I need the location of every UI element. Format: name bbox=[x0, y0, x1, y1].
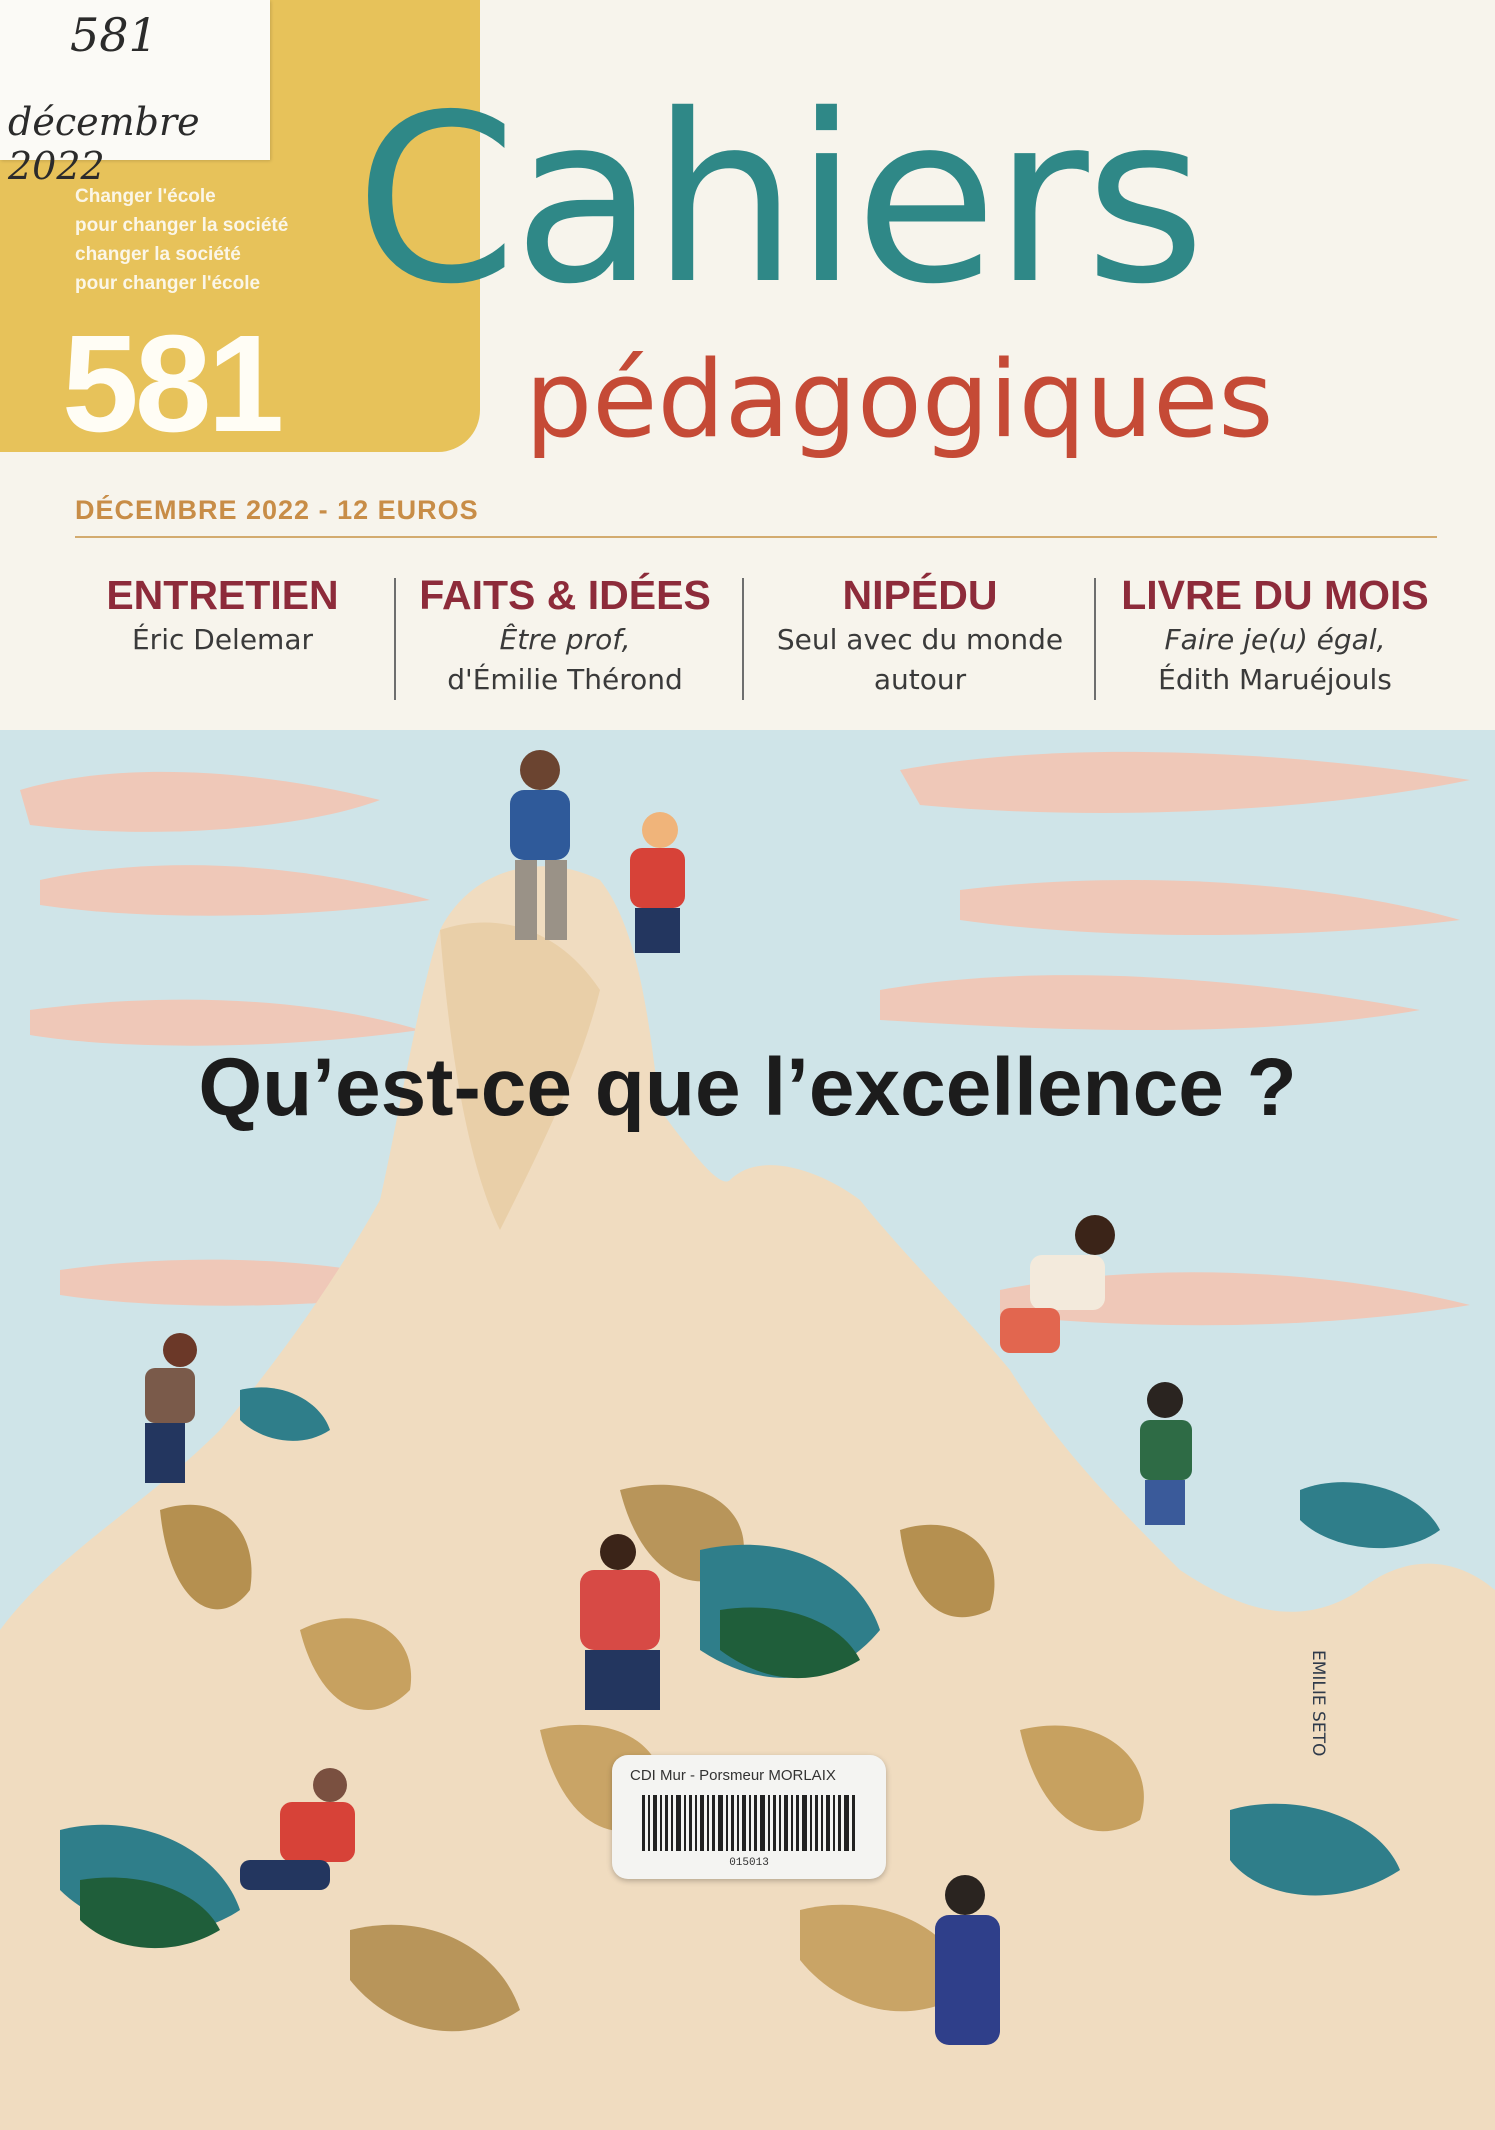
cover-illustration bbox=[0, 730, 1495, 2130]
tagline-line: changer la société bbox=[75, 244, 241, 265]
rubric-line: Éric Delemar bbox=[131, 623, 313, 656]
issue-dateline: DÉCEMBRE 2022 - 12 EUROS bbox=[75, 495, 479, 525]
rubric-entretien: ENTRETIEN Éric Delemar bbox=[90, 570, 355, 660]
tagline: Changer l'école pour changer la société … bbox=[75, 182, 375, 298]
tagline-line: Changer l'école bbox=[75, 186, 216, 207]
rubric-line: Être prof, bbox=[499, 623, 631, 656]
barcode-number: 015013 bbox=[729, 1857, 769, 1869]
library-name: CDI Mur - Porsmeur MORLAIX bbox=[630, 1767, 836, 1784]
rubric-separator bbox=[1094, 578, 1096, 700]
tagline-line: pour changer la société bbox=[75, 215, 289, 236]
rubric-heading: FAITS & IDÉES bbox=[419, 572, 711, 618]
cover-headline: Qu’est-ce que l’excellence ? bbox=[198, 1042, 1297, 1133]
rubric-livre-du-mois: LIVRE DU MOIS Faire je(u) égal, Édith Ma… bbox=[1105, 570, 1445, 700]
rubric-line: Faire je(u) égal, bbox=[1164, 623, 1386, 656]
barcode-icon bbox=[642, 1795, 855, 1851]
rubric-nipedu: NIPÉDU Seul avec du monde autour bbox=[760, 570, 1080, 700]
rubric-separator bbox=[394, 578, 396, 700]
issue-number: 581 bbox=[62, 307, 284, 461]
masthead-title: Cahiers bbox=[355, 65, 1206, 335]
tagline-line: pour changer l'école bbox=[75, 273, 261, 294]
rubric-faits-idees: FAITS & IDÉES Être prof, d'Émilie Théron… bbox=[405, 570, 725, 700]
rubric-strip: ENTRETIEN Éric Delemar FAITS & IDÉES Êtr… bbox=[0, 570, 1495, 710]
illustrator-signature: EMILIE SETO bbox=[1308, 1650, 1328, 1757]
magazine-cover: 581 décembre 2022 Changer l'école pour c… bbox=[0, 0, 1495, 2130]
rubric-line: autour bbox=[873, 663, 967, 696]
handwritten-number: 581 bbox=[70, 8, 158, 62]
divider-rule bbox=[75, 536, 1437, 538]
rubric-heading: NIPÉDU bbox=[842, 572, 998, 618]
handwritten-date: décembre 2022 bbox=[8, 100, 200, 188]
rubric-heading: LIVRE DU MOIS bbox=[1121, 572, 1429, 618]
library-barcode-sticker: CDI Mur - Porsmeur MORLAIX 015013 bbox=[612, 1755, 886, 1879]
rubric-line: Seul avec du monde bbox=[776, 623, 1064, 656]
rubric-separator bbox=[742, 578, 744, 700]
rubric-heading: ENTRETIEN bbox=[106, 572, 339, 618]
rubric-line: Édith Maruéjouls bbox=[1158, 663, 1392, 696]
handwritten-label: 581 décembre 2022 bbox=[0, 0, 270, 188]
masthead-subtitle: pédagogiques bbox=[525, 338, 1274, 461]
rubric-line: d'Émilie Thérond bbox=[447, 663, 683, 696]
